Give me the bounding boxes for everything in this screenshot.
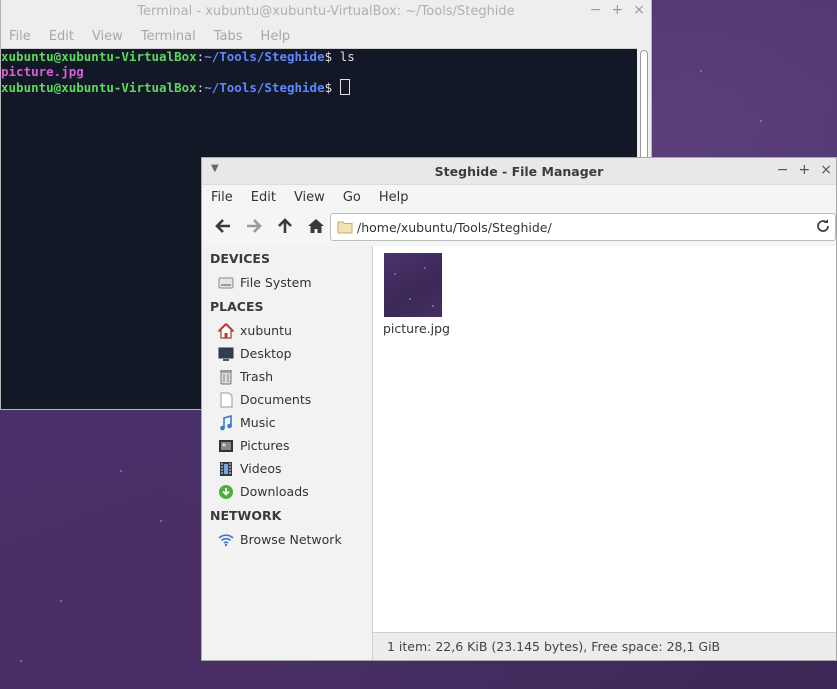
maximize-icon[interactable]: + — [612, 2, 624, 18]
sidebar-item-music[interactable]: Music — [202, 411, 372, 434]
network-header: NETWORK — [210, 508, 282, 523]
terminal-line: xubuntu@xubuntu-VirtualBox:~/Tools/Stegh… — [1, 49, 637, 64]
terminal-menu-edit[interactable]: Edit — [49, 29, 74, 44]
drive-icon — [218, 275, 234, 291]
file-view[interactable]: picture.jpg — [373, 246, 836, 633]
sidebar-item-label: Documents — [240, 392, 312, 407]
close-icon[interactable]: × — [633, 2, 645, 18]
trash-icon — [218, 369, 234, 385]
sidebar-item-label: Pictures — [240, 438, 290, 453]
sidebar-item-file-system[interactable]: File System — [202, 271, 372, 294]
side-pane: DEVICES File System PLACES xubuntu Deskt… — [202, 246, 373, 660]
fm-menu-file[interactable]: File — [211, 190, 233, 205]
location-path[interactable]: /home/xubuntu/Tools/Steghide/ — [357, 220, 552, 235]
music-icon — [218, 414, 234, 431]
home-icon — [218, 322, 234, 339]
sidebar-item-label: xubuntu — [240, 323, 292, 338]
video-icon — [218, 461, 234, 477]
terminal-cursor — [339, 79, 350, 95]
sidebar-item-trash[interactable]: Trash — [202, 365, 372, 388]
listed-file: picture.jpg — [1, 64, 84, 79]
terminal-menu-terminal[interactable]: Terminal — [141, 29, 196, 44]
sidebar-item-label: Trash — [240, 369, 274, 384]
status-bar: 1 item: 22,6 KiB (23.145 bytes), Free sp… — [373, 632, 836, 660]
sidebar-item-label: Desktop — [240, 346, 292, 361]
file-manager-window[interactable]: ▼ Steghide - File Manager − + × File Edi… — [201, 157, 837, 661]
fm-menu-edit[interactable]: Edit — [251, 190, 276, 205]
image-thumbnail[interactable] — [384, 253, 442, 317]
fm-menu-view[interactable]: View — [294, 190, 325, 205]
sidebar-item-label: Music — [240, 415, 276, 430]
desktop-icon — [218, 346, 234, 362]
prompt-path: ~/Tools/Steghide — [204, 80, 325, 95]
sidebar-item-pictures[interactable]: Pictures — [202, 434, 372, 457]
arrow-right-icon — [247, 219, 262, 233]
sidebar-item-xubuntu[interactable]: xubuntu — [202, 319, 372, 342]
folder-icon — [337, 221, 353, 234]
terminal-title: Terminal - xubuntu@xubuntu-VirtualBox: ~… — [137, 4, 515, 19]
devices-header: DEVICES — [210, 251, 270, 266]
terminal-menubar: File Edit View Terminal Tabs Help — [1, 24, 651, 49]
terminal-line: picture.jpg — [1, 64, 637, 79]
arrow-left-icon — [215, 219, 230, 233]
terminal-menu-help[interactable]: Help — [261, 29, 291, 44]
sidebar-item-browse-network[interactable]: Browse Network — [202, 528, 372, 551]
sidebar-item-label: File System — [240, 275, 312, 290]
fm-menu-go[interactable]: Go — [343, 190, 361, 205]
fm-menu-help[interactable]: Help — [379, 190, 409, 205]
sidebar-item-label: Browse Network — [240, 532, 342, 547]
prompt-user: xubuntu@xubuntu-VirtualBox — [1, 49, 197, 64]
sidebar-item-downloads[interactable]: Downloads — [202, 480, 372, 503]
pictures-icon — [218, 438, 234, 454]
sidebar-item-documents[interactable]: Documents — [202, 388, 372, 411]
sidebar-item-videos[interactable]: Videos — [202, 457, 372, 480]
sidebar-item-desktop[interactable]: Desktop — [202, 342, 372, 365]
status-text: 1 item: 22,6 KiB (23.145 bytes), Free sp… — [387, 639, 721, 654]
location-bar[interactable]: /home/xubuntu/Tools/Steghide/ — [330, 213, 836, 241]
home-button[interactable] — [303, 213, 329, 239]
close-icon[interactable]: × — [820, 162, 832, 178]
reload-icon[interactable] — [815, 218, 831, 234]
file-manager-menubar: File Edit View Go Help — [202, 185, 836, 209]
up-button[interactable] — [272, 213, 298, 239]
download-icon — [218, 484, 234, 500]
home-icon — [308, 219, 324, 233]
back-button[interactable] — [210, 213, 236, 239]
minimize-icon[interactable]: − — [590, 2, 602, 18]
sidebar-item-label: Downloads — [240, 484, 309, 499]
document-icon — [218, 392, 234, 408]
file-manager-title: Steghide - File Manager — [434, 164, 604, 179]
file-manager-toolbar: /home/xubuntu/Tools/Steghide/ — [202, 209, 836, 243]
terminal-menu-view[interactable]: View — [92, 29, 123, 44]
terminal-menu-file[interactable]: File — [9, 29, 31, 44]
wifi-icon — [218, 532, 234, 548]
prompt-symbol: $ — [324, 80, 340, 95]
maximize-icon[interactable]: + — [799, 162, 811, 178]
sidebar-item-label: Videos — [240, 461, 282, 476]
places-header: PLACES — [210, 299, 264, 314]
prompt-symbol: $ — [324, 49, 340, 64]
file-name[interactable]: picture.jpg — [383, 321, 450, 336]
terminal-titlebar[interactable]: Terminal - xubuntu@xubuntu-VirtualBox: ~… — [1, 0, 651, 24]
file-item[interactable]: picture.jpg — [383, 253, 450, 336]
forward-button[interactable] — [241, 213, 267, 239]
terminal-line: xubuntu@xubuntu-VirtualBox:~/Tools/Stegh… — [1, 79, 637, 95]
terminal-menu-tabs[interactable]: Tabs — [214, 29, 243, 44]
prompt-user: xubuntu@xubuntu-VirtualBox — [1, 80, 197, 95]
prompt-path: ~/Tools/Steghide — [204, 49, 325, 64]
file-manager-titlebar[interactable]: ▼ Steghide - File Manager − + × — [202, 158, 836, 185]
command-text: ls — [339, 49, 355, 64]
arrow-up-icon — [278, 218, 292, 233]
minimize-icon[interactable]: − — [777, 162, 789, 178]
